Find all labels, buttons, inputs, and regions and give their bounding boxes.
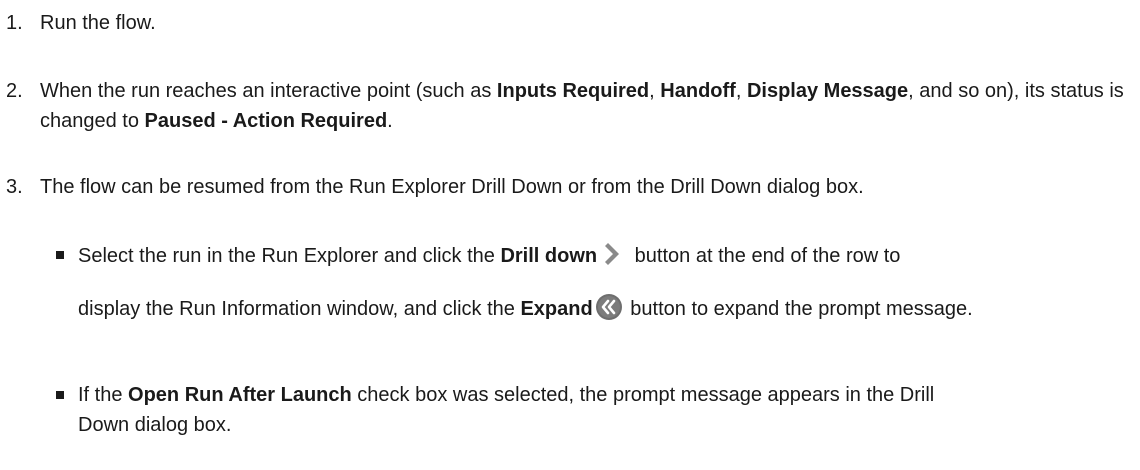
chevron-right-icon [599, 240, 627, 268]
text-run: button at the end of the row to [629, 245, 901, 267]
text-run: When the run reaches an interactive poin… [40, 80, 497, 102]
bullet-text: Select the run in the Run Explorer and c… [78, 240, 1126, 324]
bullet-item: Select the run in the Run Explorer and c… [56, 240, 1126, 324]
document-body: 1. Run the flow. 2. When the run reaches… [0, 0, 1140, 470]
step-text: Run the flow. [40, 12, 156, 34]
bullet-line-2: display the Run Information window, and … [78, 293, 1126, 324]
bold-term: Open Run After Launch [128, 384, 352, 406]
double-chevron-left-icon [595, 293, 623, 321]
bullet-item: If the Open Run After Launch check box w… [56, 380, 1126, 440]
text-run: , [649, 80, 661, 102]
bold-term: Inputs Required [496, 80, 650, 102]
step-1: 1. Run the flow. [6, 8, 1126, 38]
step-text: When the run reaches an interactive poin… [40, 76, 1126, 136]
text-run: If the [78, 384, 129, 406]
step-text: The flow can be resumed from the Run Exp… [40, 176, 864, 198]
bold-term: Paused - Action Required [144, 110, 388, 132]
step-number: 2. [6, 80, 23, 102]
bold-term: Expand [520, 298, 593, 320]
text-run: . [387, 110, 393, 132]
bullet-marker [56, 391, 64, 399]
bold-term: Drill down [500, 245, 598, 267]
text-run: Select the run in the Run Explorer and c… [78, 245, 501, 267]
text-run: , [735, 80, 747, 102]
step-3: 3. The flow can be resumed from the Run … [6, 172, 1126, 202]
bullet-marker [56, 251, 64, 259]
step-number: 1. [6, 12, 23, 34]
bold-term: Handoff [660, 80, 736, 102]
text-run: display the Run Information window, and … [78, 298, 521, 320]
step-number: 3. [6, 176, 23, 198]
text-run: button to expand the prompt message. [624, 298, 973, 320]
bold-term: Display Message [746, 80, 909, 102]
step-2: 2. When the run reaches an interactive p… [6, 76, 1126, 136]
bullet-text: If the Open Run After Launch check box w… [78, 380, 938, 440]
